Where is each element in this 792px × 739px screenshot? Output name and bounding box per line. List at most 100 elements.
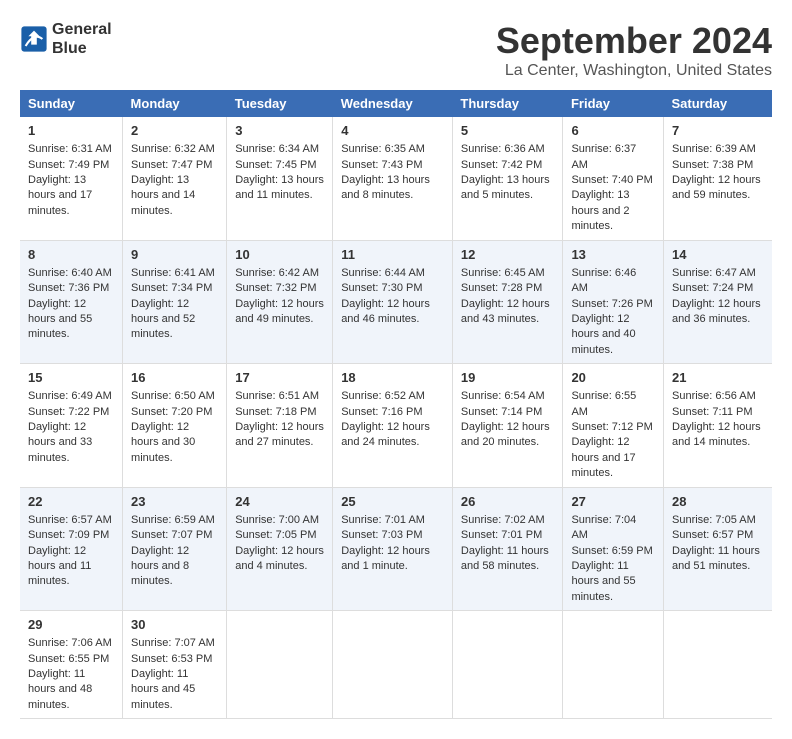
daylight: Daylight: 12 hours and 49 minutes. — [235, 298, 324, 325]
day-cell: 28Sunrise: 7:05 AMSunset: 6:57 PMDayligh… — [664, 487, 773, 611]
daylight: Daylight: 12 hours and 52 minutes. — [131, 298, 195, 341]
day-cell — [452, 611, 563, 719]
sunrise: Sunrise: 6:52 AM — [341, 390, 425, 402]
day-cell: 25Sunrise: 7:01 AMSunset: 7:03 PMDayligh… — [333, 487, 453, 611]
day-number: 25 — [341, 493, 444, 511]
day-cell: 8 Sunrise: 6:40 AM Sunset: 7:36 PM Daylight… — [20, 240, 123, 364]
daylight: Daylight: 12 hours and 30 minutes. — [131, 421, 195, 464]
calendar-table: SundayMondayTuesdayWednesdayThursdayFrid… — [20, 90, 772, 719]
day-cell — [664, 611, 773, 719]
day-number: 15 — [28, 369, 114, 387]
header-cell-saturday: Saturday — [664, 90, 773, 117]
day-cell — [333, 611, 453, 719]
day-cell: 29Sunrise: 7:06 AMSunset: 6:55 PMDayligh… — [20, 611, 123, 719]
header-cell-thursday: Thursday — [452, 90, 563, 117]
day-cell: 21Sunrise: 6:56 AMSunset: 7:11 PMDayligh… — [664, 364, 773, 488]
daylight: Daylight: 13 hours and 14 minutes. — [131, 174, 195, 217]
sunset: Sunset: 7:36 PM — [28, 282, 109, 294]
day-cell: 24Sunrise: 7:00 AMSunset: 7:05 PMDayligh… — [227, 487, 333, 611]
day-number: 9 — [131, 246, 218, 264]
title-area: September 2024 La Center, Washington, Un… — [496, 20, 772, 80]
sunset: Sunset: 7:40 PM — [571, 174, 652, 186]
daylight: Daylight: 13 hours and 11 minutes. — [235, 174, 324, 201]
day-number: 3 — [235, 122, 324, 140]
sunrise: Sunrise: 6:31 AM — [28, 143, 112, 155]
sunrise: Sunrise: 7:05 AM — [672, 514, 756, 526]
daylight: Daylight: 12 hours and 20 minutes. — [461, 421, 550, 448]
sunset: Sunset: 6:55 PM — [28, 653, 109, 665]
day-cell: 12 Sunrise: 6:45 AM Sunset: 7:28 PM Dayligh… — [452, 240, 563, 364]
day-cell: 27Sunrise: 7:04 AMSunset: 6:59 PMDayligh… — [563, 487, 664, 611]
daylight: Daylight: 12 hours and 43 minutes. — [461, 298, 550, 325]
sunrise: Sunrise: 6:45 AM — [461, 267, 545, 279]
day-number: 6 — [571, 122, 655, 140]
sunrise: Sunrise: 6:49 AM — [28, 390, 112, 402]
day-number: 17 — [235, 369, 324, 387]
sunset: Sunset: 7:14 PM — [461, 406, 542, 418]
sunset: Sunset: 7:38 PM — [672, 159, 753, 171]
daylight: Daylight: 13 hours and 17 minutes. — [28, 174, 92, 217]
sunset: Sunset: 7:03 PM — [341, 529, 422, 541]
sunset: Sunset: 7:26 PM — [571, 298, 652, 310]
sunrise: Sunrise: 6:55 AM — [571, 390, 636, 417]
day-cell: 2Sunrise: 6:32 AMSunset: 7:47 PMDaylight… — [123, 117, 227, 240]
daylight: Daylight: 12 hours and 40 minutes. — [571, 313, 635, 356]
daylight: Daylight: 12 hours and 27 minutes. — [235, 421, 324, 448]
day-number: 16 — [131, 369, 218, 387]
day-cell: 22Sunrise: 6:57 AMSunset: 7:09 PMDayligh… — [20, 487, 123, 611]
sunset: Sunset: 7:09 PM — [28, 529, 109, 541]
day-number: 24 — [235, 493, 324, 511]
header-cell-friday: Friday — [563, 90, 664, 117]
daylight: Daylight: 12 hours and 24 minutes. — [341, 421, 430, 448]
day-number: 22 — [28, 493, 114, 511]
day-number: 23 — [131, 493, 218, 511]
sunrise: Sunrise: 6:59 AM — [131, 514, 215, 526]
week-row-4: 22 Sunrise: 6:57 AM Sunset: 7:09 PM Dayligh… — [20, 487, 772, 611]
daylight: Daylight: 11 hours and 45 minutes. — [131, 668, 195, 711]
daylight: Daylight: 11 hours and 51 minutes. — [672, 545, 760, 572]
sunrise: Sunrise: 6:57 AM — [28, 514, 112, 526]
day-number: 11 — [341, 246, 444, 264]
week-row-5: 29Sunrise: 7:06 AMSunset: 6:55 PMDayligh… — [20, 611, 772, 719]
day-number: 28 — [672, 493, 764, 511]
sunset: Sunset: 7:49 PM — [28, 159, 109, 171]
sunset: Sunset: 7:47 PM — [131, 159, 212, 171]
daylight: Daylight: 12 hours and 55 minutes. — [28, 298, 92, 341]
day-number: 8 — [28, 246, 114, 264]
header-cell-sunday: Sunday — [20, 90, 123, 117]
location: La Center, Washington, United States — [496, 62, 772, 80]
day-number: 20 — [571, 369, 655, 387]
day-cell: 23 Sunrise: 6:59 AM Sunset: 7:07 PM Dayligh… — [123, 487, 227, 611]
sunrise: Sunrise: 6:40 AM — [28, 267, 112, 279]
sunset: Sunset: 7:28 PM — [461, 282, 542, 294]
daylight: Daylight: 13 hours and 2 minutes. — [571, 189, 629, 232]
daylight: Daylight: 12 hours and 8 minutes. — [131, 545, 189, 588]
day-number: 30 — [131, 616, 218, 634]
day-cell: 18Sunrise: 6:52 AMSunset: 7:16 PMDayligh… — [333, 364, 453, 488]
daylight: Daylight: 11 hours and 55 minutes. — [571, 560, 635, 603]
month-title: September 2024 — [496, 20, 772, 62]
day-number: 14 — [672, 246, 764, 264]
sunset: Sunset: 7:07 PM — [131, 529, 212, 541]
sunset: Sunset: 7:24 PM — [672, 282, 753, 294]
sunrise: Sunrise: 6:37 AM — [571, 143, 636, 170]
sunset: Sunset: 7:18 PM — [235, 406, 316, 418]
sunset: Sunset: 7:43 PM — [341, 159, 422, 171]
sunrise: Sunrise: 7:04 AM — [571, 514, 636, 541]
day-cell: 1 Sunrise: 6:31 AM Sunset: 7:49 PM Daylight… — [20, 117, 123, 240]
day-number: 1 — [28, 122, 114, 140]
daylight: Daylight: 12 hours and 59 minutes. — [672, 174, 761, 201]
sunrise: Sunrise: 6:41 AM — [131, 267, 215, 279]
header-cell-tuesday: Tuesday — [227, 90, 333, 117]
day-cell — [227, 611, 333, 719]
sunrise: Sunrise: 6:34 AM — [235, 143, 319, 155]
day-cell: 7Sunrise: 6:39 AMSunset: 7:38 PMDaylight… — [664, 117, 773, 240]
day-number: 12 — [461, 246, 555, 264]
day-number: 21 — [672, 369, 764, 387]
sunrise: Sunrise: 7:07 AM — [131, 637, 215, 649]
day-cell — [563, 611, 664, 719]
sunset: Sunset: 7:45 PM — [235, 159, 316, 171]
sunset: Sunset: 7:01 PM — [461, 529, 542, 541]
daylight: Daylight: 12 hours and 17 minutes. — [571, 436, 635, 479]
sunset: Sunset: 7:32 PM — [235, 282, 316, 294]
